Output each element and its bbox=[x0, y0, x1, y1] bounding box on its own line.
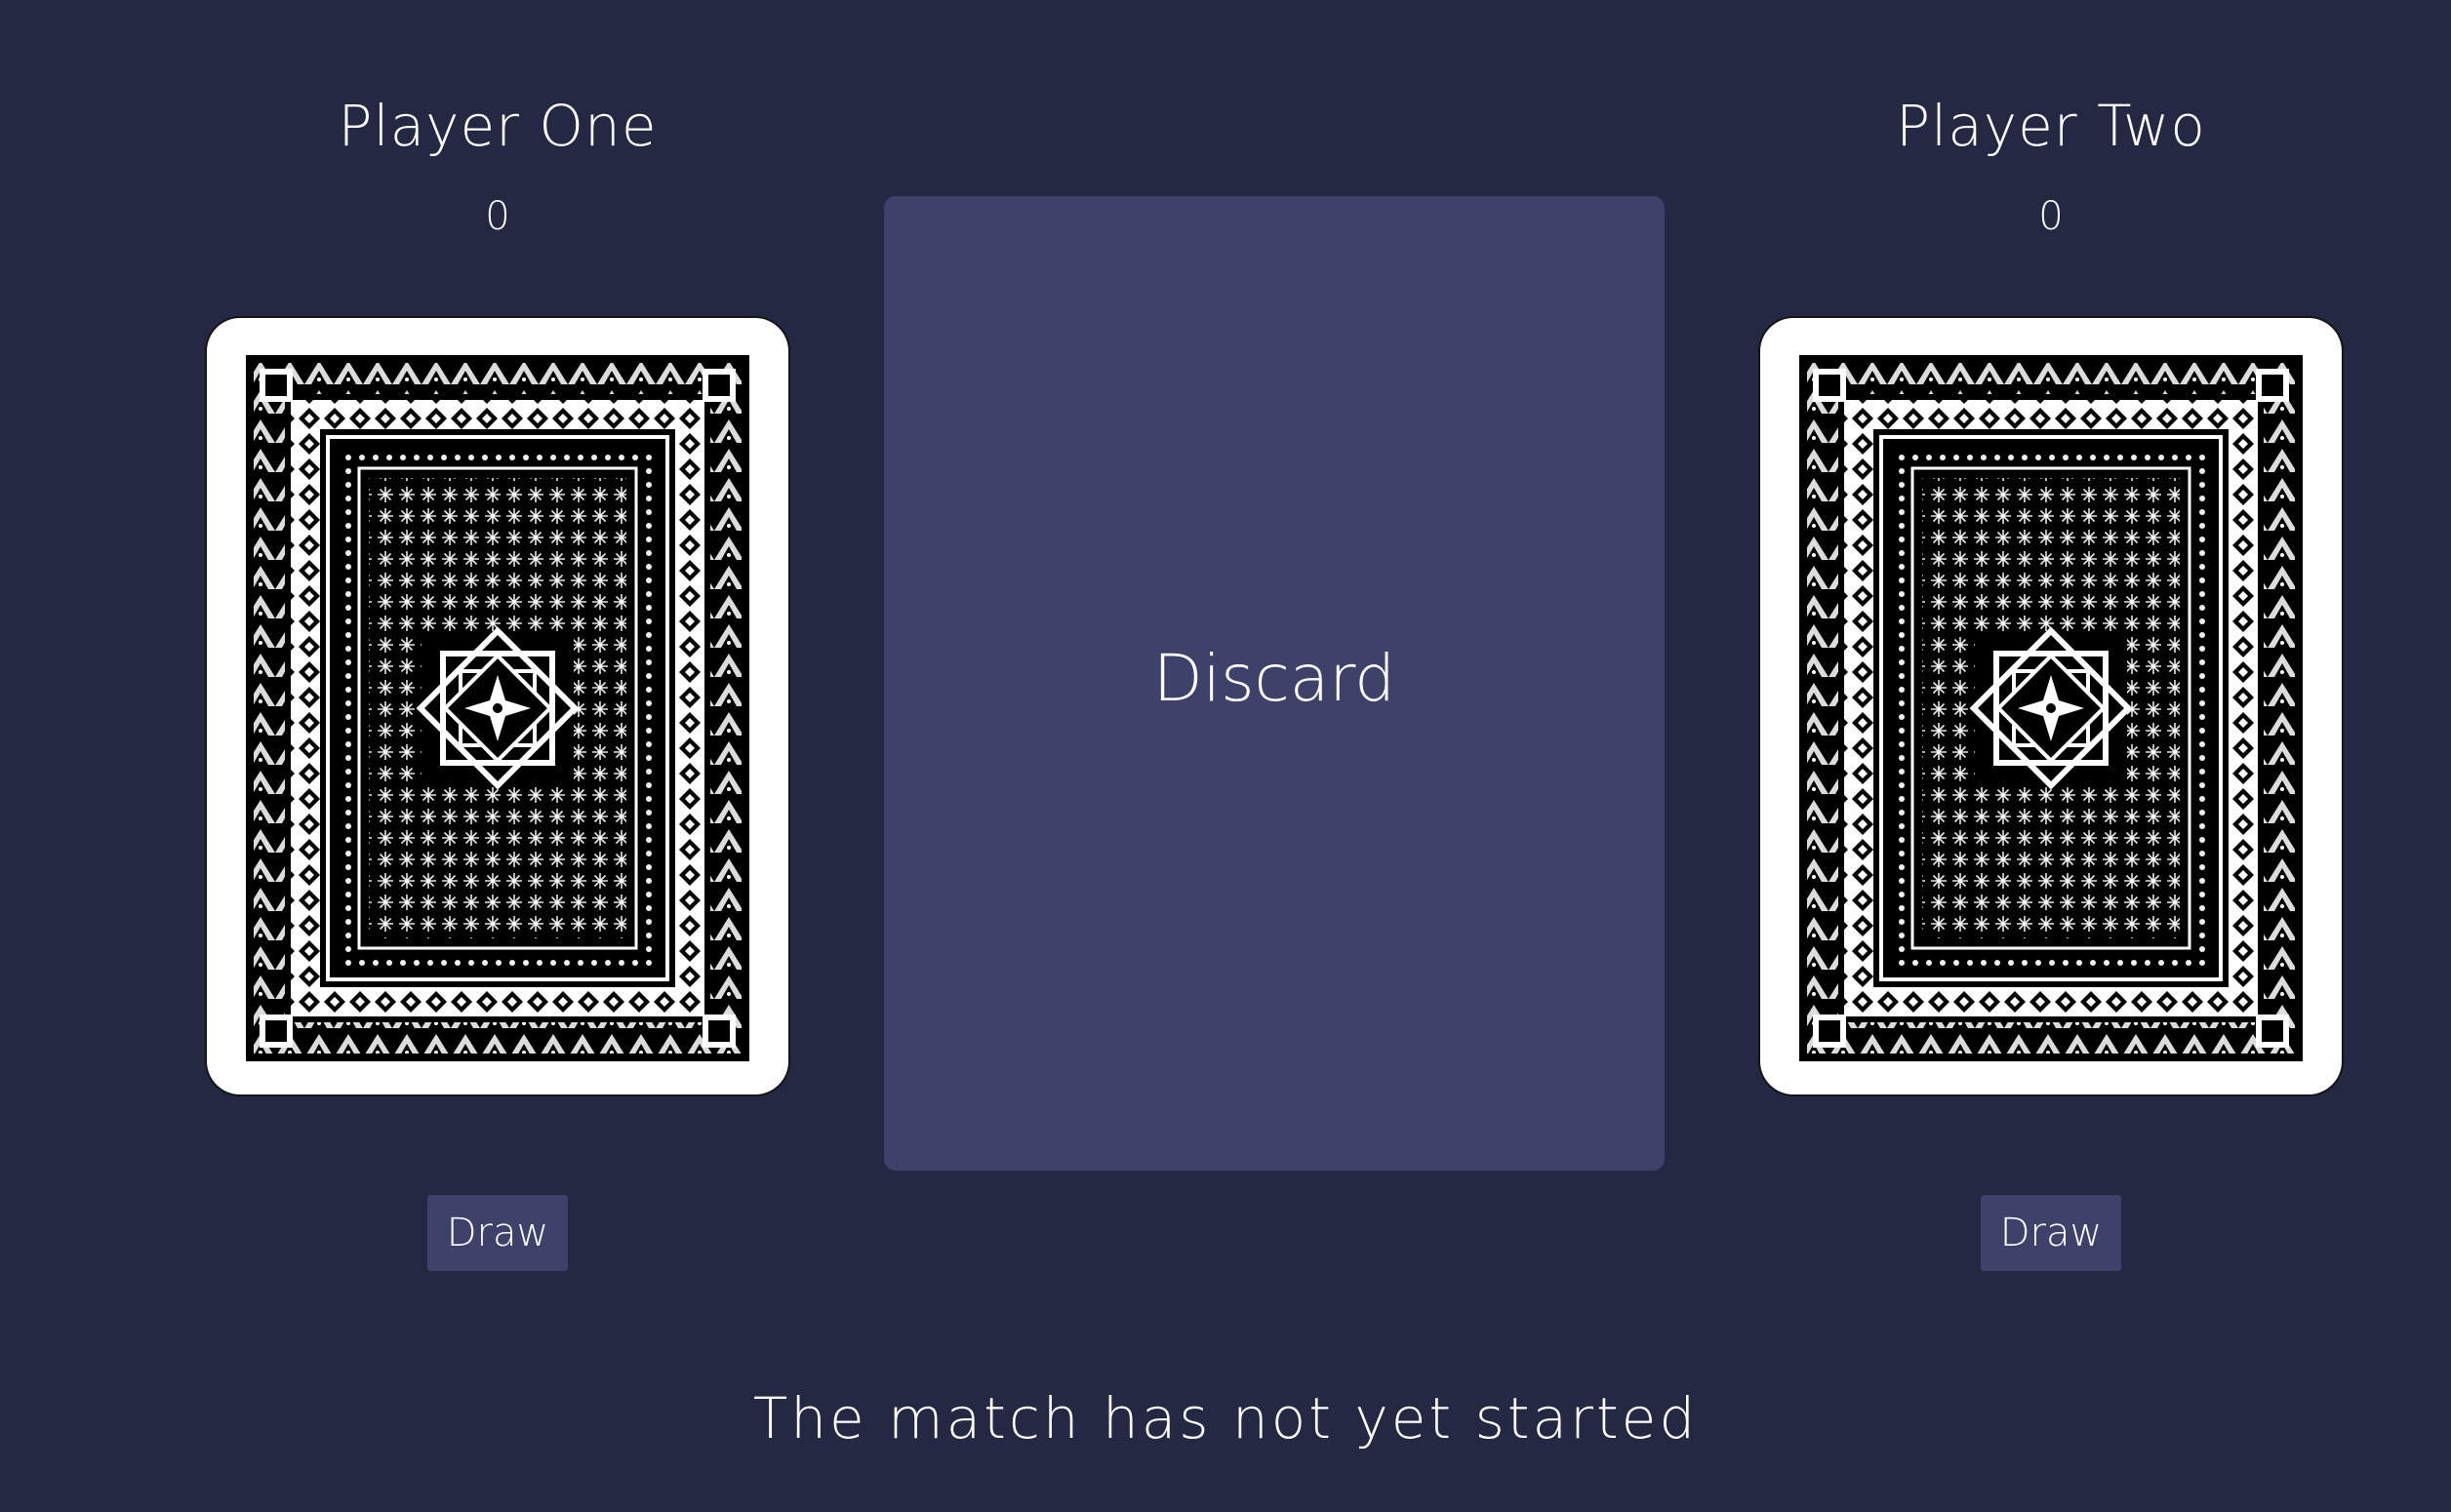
card-back-pattern-icon bbox=[246, 355, 749, 1061]
player-two-score: 0 bbox=[2038, 194, 2064, 239]
player-two-name: Player Two bbox=[1896, 93, 2206, 159]
match-status: The match has not yet started bbox=[752, 1385, 1699, 1452]
player-one-score: 0 bbox=[485, 194, 510, 239]
discard-pile[interactable]: Discard bbox=[884, 196, 1665, 1171]
player-two-draw-button[interactable]: Draw bbox=[1981, 1195, 2121, 1271]
card-back-pattern-icon bbox=[1799, 355, 2303, 1061]
player-one-name: Player One bbox=[338, 93, 658, 159]
discard-label: Discard bbox=[1152, 641, 1396, 716]
player-two-deck[interactable] bbox=[1760, 318, 2342, 1094]
player-one-draw-button[interactable]: Draw bbox=[427, 1195, 568, 1271]
player-one-deck[interactable] bbox=[207, 318, 788, 1094]
